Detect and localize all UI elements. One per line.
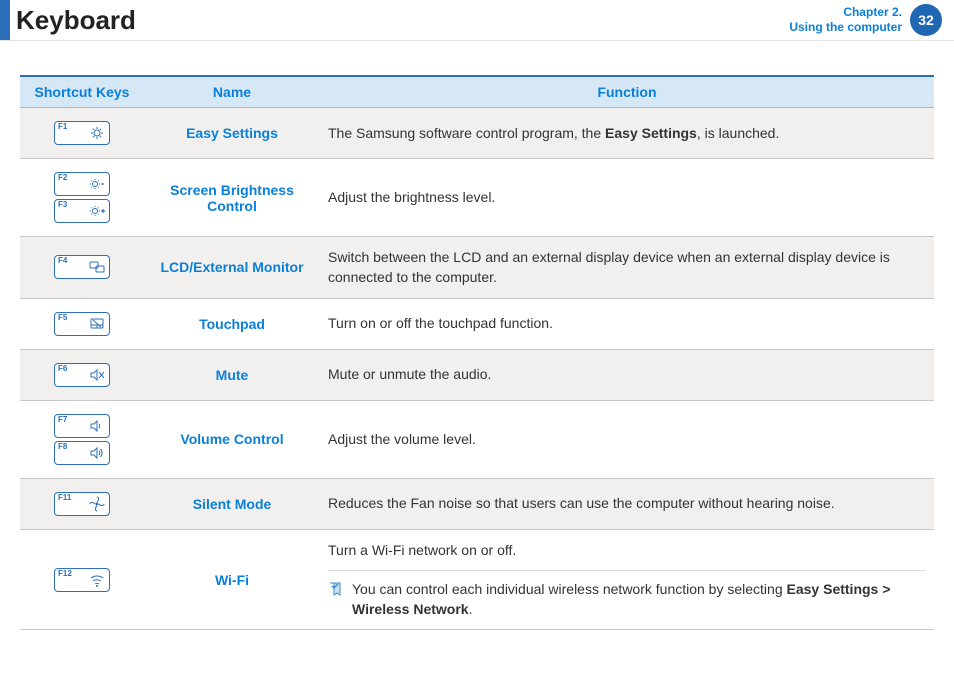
vol-down-icon [89, 418, 105, 434]
keycap-f11: F11 [54, 492, 110, 516]
keycap-label: F1 [58, 123, 67, 131]
keycap-label: F8 [58, 443, 67, 451]
cell-function: Adjust the brightness level. [320, 159, 934, 237]
cell-keys: F12 [20, 529, 144, 630]
table-header-row: Shortcut Keys Name Function [20, 76, 934, 108]
table-row: F1 Easy SettingsThe Samsung software con… [20, 108, 934, 159]
table-row: F11 Silent ModeReduces the Fan noise so … [20, 478, 934, 529]
chapter-line1: Chapter 2. [789, 5, 902, 20]
chapter-line2: Using the computer [789, 20, 902, 35]
keycap-label: F11 [58, 494, 71, 502]
keycap-f4: F4 [54, 255, 110, 279]
table-row: F12 Wi-FiTurn a Wi-Fi network on or off.… [20, 529, 934, 630]
col-header-name: Name [144, 76, 320, 108]
cell-function: Reduces the Fan noise so that users can … [320, 478, 934, 529]
cell-name: LCD/External Monitor [144, 237, 320, 299]
cell-name: Mute [144, 349, 320, 400]
cell-keys: F6 [20, 349, 144, 400]
bright-minus-icon [89, 176, 105, 192]
keycap-label: F7 [58, 416, 67, 424]
shortcut-table-wrap: Shortcut Keys Name Function F1 Easy Sett… [0, 41, 954, 630]
keycap-f7: F7 [54, 414, 110, 438]
page-title: Keyboard [16, 5, 136, 36]
table-row: F6 MuteMute or unmute the audio. [20, 349, 934, 400]
monitor-swap-icon [89, 259, 105, 275]
cell-function: Adjust the volume level. [320, 400, 934, 478]
keycap-f3: F3 [54, 199, 110, 223]
col-header-func: Function [320, 76, 934, 108]
cell-keys: F5 [20, 298, 144, 349]
keycap-f8: F8 [54, 441, 110, 465]
table-row: F7 F8 Volume ControlAdjust the volume le… [20, 400, 934, 478]
cell-function: Mute or unmute the audio. [320, 349, 934, 400]
keycap-f5: F5 [54, 312, 110, 336]
gear-icon [89, 125, 105, 141]
cell-name: Easy Settings [144, 108, 320, 159]
fan-icon [89, 496, 105, 512]
page-header: Keyboard Chapter 2. Using the computer 3… [0, 0, 954, 41]
table-row: F5 TouchpadTurn on or off the touchpad f… [20, 298, 934, 349]
cell-keys: F2 F3 [20, 159, 144, 237]
note-text: You can control each individual wireless… [352, 579, 926, 620]
keycap-label: F5 [58, 314, 67, 322]
keycap-f2: F2 [54, 172, 110, 196]
cell-name: Wi-Fi [144, 529, 320, 630]
cell-function: Switch between the LCD and an external d… [320, 237, 934, 299]
accent-bar [0, 0, 10, 40]
touchpad-icon [89, 316, 105, 332]
cell-keys: F1 [20, 108, 144, 159]
cell-keys: F11 [20, 478, 144, 529]
cell-function: Turn a Wi-Fi network on or off. You can … [320, 529, 934, 630]
table-row: F2 F3 Screen Brightness ControlAdjust th… [20, 159, 934, 237]
vol-up-icon [89, 445, 105, 461]
chapter-label: Chapter 2. Using the computer [789, 5, 902, 35]
keycap-label: F3 [58, 201, 67, 209]
cell-name: Volume Control [144, 400, 320, 478]
keycap-label: F6 [58, 365, 67, 373]
mute-icon [89, 367, 105, 383]
keycap-label: F2 [58, 174, 67, 182]
table-row: F4 LCD/External MonitorSwitch between th… [20, 237, 934, 299]
keycap-f12: F12 [54, 568, 110, 592]
bright-plus-icon [89, 203, 105, 219]
keycap-label: F12 [58, 570, 72, 578]
cell-name: Touchpad [144, 298, 320, 349]
cell-keys: F4 [20, 237, 144, 299]
keycap-label: F4 [58, 257, 67, 265]
cell-name: Screen Brightness Control [144, 159, 320, 237]
cell-keys: F7 F8 [20, 400, 144, 478]
keycap-f6: F6 [54, 363, 110, 387]
keycap-f1: F1 [54, 121, 110, 145]
shortcut-table: Shortcut Keys Name Function F1 Easy Sett… [20, 75, 934, 630]
wifi-icon [89, 572, 105, 588]
cell-function: Turn on or off the touchpad function. [320, 298, 934, 349]
cell-name: Silent Mode [144, 478, 320, 529]
note-icon [328, 581, 344, 597]
cell-function: The Samsung software control program, th… [320, 108, 934, 159]
page-number-badge: 32 [910, 4, 942, 36]
col-header-keys: Shortcut Keys [20, 76, 144, 108]
